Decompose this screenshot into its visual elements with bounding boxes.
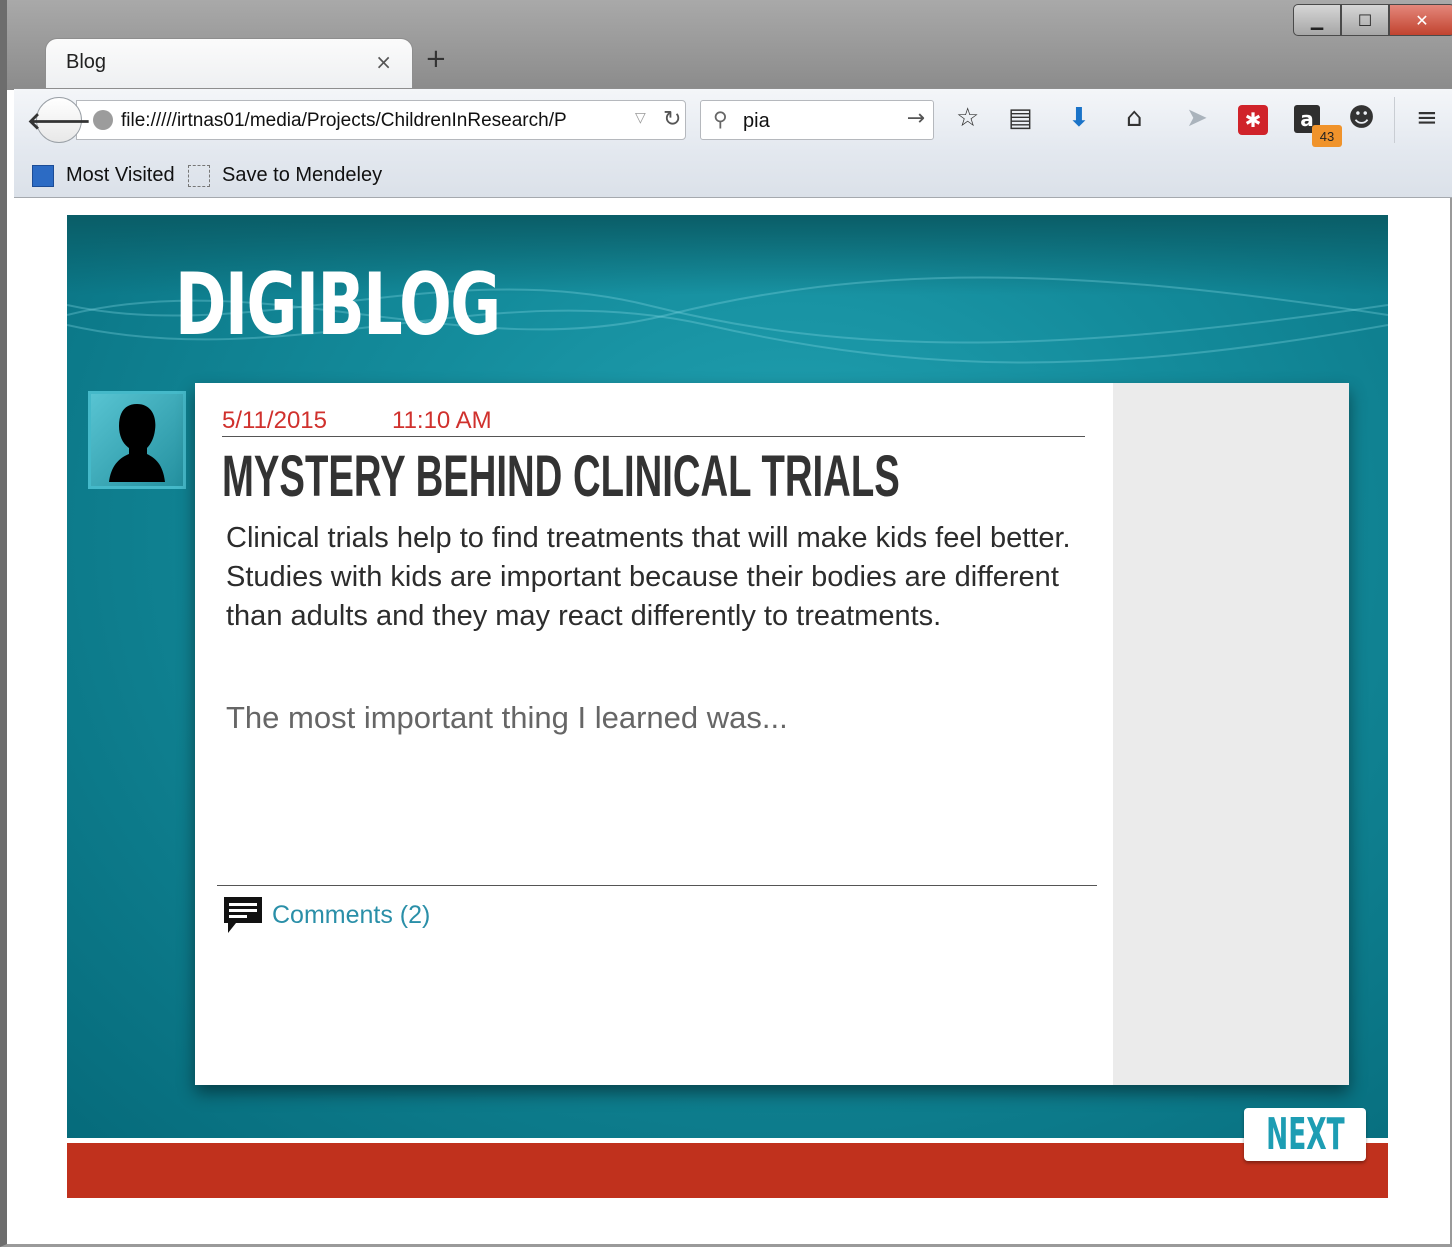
hamburger-menu-icon[interactable]: ≡ — [1416, 103, 1438, 133]
home-icon[interactable]: ⌂ — [1126, 103, 1143, 133]
search-icon: ⚲ — [713, 107, 728, 131]
bookmark-save-to-mendeley[interactable]: Save to Mendeley — [188, 164, 382, 187]
title-bar: Blog × + ▁ ☐ ✕ — [7, 0, 1452, 90]
divider — [222, 436, 1085, 437]
downloads-icon[interactable]: ⬇ — [1068, 103, 1090, 133]
bookmark-label: Most Visited — [66, 164, 175, 186]
next-button[interactable]: NEXT — [1244, 1108, 1366, 1161]
maximize-button[interactable]: ☐ — [1341, 4, 1389, 36]
url-bar[interactable]: file://///irtnas01/media/Projects/Childr… — [76, 100, 686, 140]
addon-red-icon[interactable]: ✱ — [1238, 105, 1268, 135]
search-go-icon[interactable]: → — [907, 106, 925, 131]
user-silhouette-icon — [109, 404, 165, 482]
close-tab-icon[interactable]: × — [375, 50, 392, 74]
send-icon[interactable]: ➤ — [1186, 103, 1208, 133]
chat-icon[interactable]: ☻ — [1348, 103, 1375, 133]
bookmark-label: Save to Mendeley — [222, 164, 383, 186]
post-body: Clinical trials help to find treatments … — [226, 522, 1071, 632]
search-bar[interactable]: ⚲ pia → — [700, 100, 934, 140]
post-sidebar — [1113, 383, 1349, 1085]
tab-blog[interactable]: Blog × — [45, 38, 413, 88]
close-window-button[interactable]: ✕ — [1389, 4, 1452, 36]
comment-bubble-icon — [224, 897, 262, 933]
blog-stage: DIGIBLOG 5/11/2015 11:10 AM MYSTERY BEHI… — [67, 215, 1388, 1138]
window-controls: ▁ ☐ ✕ — [1293, 4, 1452, 38]
comments-label: Comments (2) — [272, 900, 431, 929]
digiblog-logo: DIGIBLOG — [175, 255, 501, 355]
mendeley-icon — [188, 164, 210, 187]
new-tab-button[interactable]: + — [425, 44, 447, 74]
reading-list-icon[interactable]: ▤ — [1008, 103, 1033, 133]
url-text[interactable]: file://///irtnas01/media/Projects/Childr… — [121, 110, 611, 132]
next-label: NEXT — [1265, 1109, 1345, 1160]
post-title: MYSTERY BEHIND CLINICAL TRIALS — [222, 444, 900, 509]
bookmarks-toolbar: Most Visited Save to Mendeley — [14, 152, 1452, 198]
tab-title: Blog — [66, 51, 107, 73]
navigation-toolbar: file://///irtnas01/media/Projects/Childr… — [14, 88, 1452, 152]
response-textarea[interactable] — [226, 700, 1076, 870]
toolbar-separator — [1394, 97, 1395, 143]
divider — [217, 885, 1097, 886]
most-visited-icon — [32, 164, 54, 187]
search-input[interactable]: pia — [743, 110, 770, 133]
reload-icon[interactable]: ↻ — [663, 107, 681, 132]
avatar — [88, 391, 186, 489]
footer-bar — [67, 1143, 1388, 1198]
post-time: 11:10 AM — [392, 407, 492, 434]
blog-post-card: 5/11/2015 11:10 AM MYSTERY BEHIND CLINIC… — [195, 383, 1349, 1085]
minimize-button[interactable]: ▁ — [1293, 4, 1341, 36]
bookmark-star-icon[interactable]: ☆ — [956, 103, 979, 133]
url-history-dropdown-icon[interactable]: ▽ — [635, 110, 646, 126]
bookmark-most-visited[interactable]: Most Visited — [32, 164, 175, 187]
site-identity-icon[interactable] — [93, 110, 113, 130]
back-button[interactable]: 🡐 — [27, 97, 91, 143]
comments-link[interactable]: Comments (2) — [222, 895, 430, 935]
amazon-notification-badge: 43 — [1312, 125, 1342, 147]
back-arrow-icon: 🡐 — [26, 106, 92, 135]
post-date: 5/11/2015 — [222, 407, 327, 434]
